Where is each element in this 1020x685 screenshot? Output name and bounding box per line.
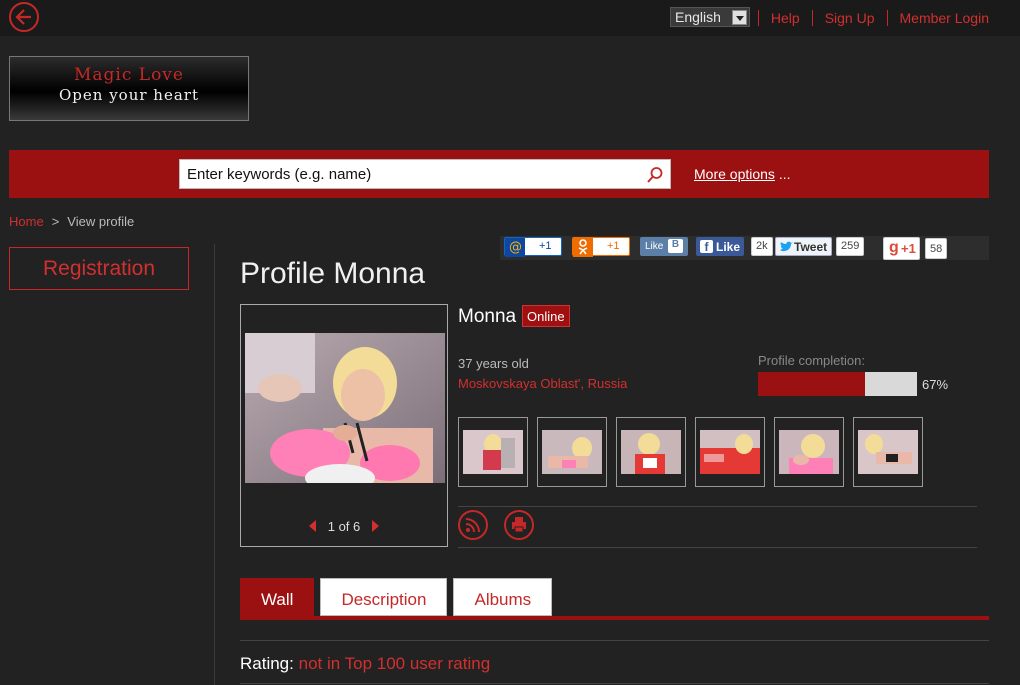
divider (458, 547, 977, 548)
odnoklassniki-icon (573, 238, 593, 257)
profile-age: 37 years old (458, 356, 529, 371)
tab-underline (240, 616, 989, 620)
search-band: Enter keywords (e.g. name) More options … (9, 150, 989, 198)
logo-title: Magic Love (74, 65, 184, 85)
photo-thumbnail[interactable] (537, 417, 607, 487)
thumbnail-image (700, 430, 760, 474)
help-link[interactable]: Help (757, 10, 812, 26)
google-plus-count: 58 (925, 238, 948, 259)
tweet-button[interactable]: Tweet (775, 237, 832, 256)
tab-description[interactable]: Description (320, 578, 448, 616)
vk-like-label: Like (645, 241, 664, 252)
photo-thumbnail[interactable] (774, 417, 844, 487)
breadcrumb: Home > View profile (9, 214, 134, 229)
top-bar: English Help Sign Up Member Login (0, 0, 1020, 36)
sidebar-divider (214, 244, 215, 685)
thumbnail-image (542, 430, 602, 474)
facebook-icon: f (700, 240, 713, 254)
page-title: Profile Monna (240, 257, 426, 290)
main-profile-photo[interactable] (245, 333, 445, 483)
facebook-like-label: Like (716, 240, 741, 254)
main-photo-frame: 1 of 6 (240, 304, 448, 547)
language-select-value: English (675, 9, 721, 25)
more-options-label: More options (694, 166, 775, 182)
rating-row: Rating: not in Top 100 user rating (240, 654, 490, 674)
sign-up-link[interactable]: Sign Up (811, 10, 887, 26)
photo-thumbnails (458, 417, 932, 487)
google-plus-icon: g (889, 239, 899, 256)
profile-username: Monna (458, 306, 517, 327)
tab-albums[interactable]: Albums (453, 578, 553, 616)
odnoklassniki-share-button[interactable]: +1 (572, 237, 630, 257)
photo-pager: 1 of 6 (241, 519, 447, 534)
language-select[interactable]: English (670, 7, 750, 27)
divider (458, 506, 977, 507)
vk-icon: B (668, 239, 683, 253)
svg-text:@: @ (509, 240, 522, 255)
site-logo[interactable]: Magic Love Open your heart (9, 56, 249, 121)
divider (240, 683, 989, 684)
google-plus-button[interactable]: g +1 (883, 237, 920, 260)
profile-tabs: Wall Description Albums (240, 578, 558, 616)
rss-icon[interactable] (458, 510, 488, 540)
logo-tagline: Open your heart (59, 86, 199, 104)
member-login-link[interactable]: Member Login (886, 10, 989, 26)
online-status-badge: Online (522, 305, 570, 327)
header-links: Help Sign Up Member Login (757, 10, 989, 26)
print-icon[interactable] (504, 510, 534, 540)
photo-thumbnail[interactable] (616, 417, 686, 487)
facebook-like-button[interactable]: f Like (696, 237, 744, 256)
odnoklassniki-label: +1 (607, 240, 620, 252)
mailru-label: +1 (539, 240, 552, 252)
thumbnail-image (779, 430, 839, 474)
thumbnail-image (858, 430, 918, 474)
divider (240, 640, 989, 641)
tab-wall[interactable]: Wall (240, 578, 315, 616)
rating-value: not in Top 100 user rating (298, 654, 491, 673)
facebook-like-count: 2k (751, 237, 773, 256)
chevron-down-icon (732, 10, 747, 25)
next-photo-icon[interactable] (372, 520, 380, 532)
photo-thumbnail[interactable] (853, 417, 923, 487)
registration-button[interactable]: Registration (9, 247, 189, 290)
rating-label: Rating: (240, 654, 294, 673)
search-input[interactable]: Enter keywords (e.g. name) (179, 159, 671, 189)
social-share-bar: @ +1 +1 Like B f Like 2k Tweet 259 g +1 … (500, 236, 989, 260)
profile-completion-percent: 67% (922, 377, 949, 392)
more-options-ellipsis: ... (774, 166, 791, 182)
thumbnail-image (463, 430, 523, 474)
photo-pager-text: 1 of 6 (327, 519, 361, 534)
twitter-bird-icon (779, 241, 793, 256)
search-icon[interactable] (646, 166, 664, 188)
google-plus-label: +1 (901, 241, 916, 256)
photo-thumbnail[interactable] (458, 417, 528, 487)
mailru-share-button[interactable]: @ +1 (504, 237, 562, 257)
previous-photo-icon[interactable] (308, 520, 316, 532)
breadcrumb-current: View profile (67, 214, 135, 229)
vk-like-button[interactable]: Like B (640, 237, 688, 256)
more-options-link[interactable]: More options ... (694, 166, 791, 182)
search-placeholder: Enter keywords (e.g. name) (187, 166, 372, 183)
breadcrumb-separator: > (51, 214, 60, 229)
profile-completion-label: Profile completion: (758, 353, 865, 368)
profile-completion-fill (758, 372, 865, 396)
back-arrow-icon[interactable] (9, 2, 39, 32)
photo-thumbnail[interactable] (695, 417, 765, 487)
thumbnail-image (621, 430, 681, 474)
tweet-count: 259 (836, 237, 865, 256)
profile-location-link[interactable]: Moskovskaya Oblast', Russia (458, 376, 627, 391)
tweet-label: Tweet (794, 240, 828, 254)
profile-completion-bar (758, 372, 917, 396)
breadcrumb-home[interactable]: Home (9, 214, 44, 229)
mailru-icon: @ (505, 238, 525, 257)
